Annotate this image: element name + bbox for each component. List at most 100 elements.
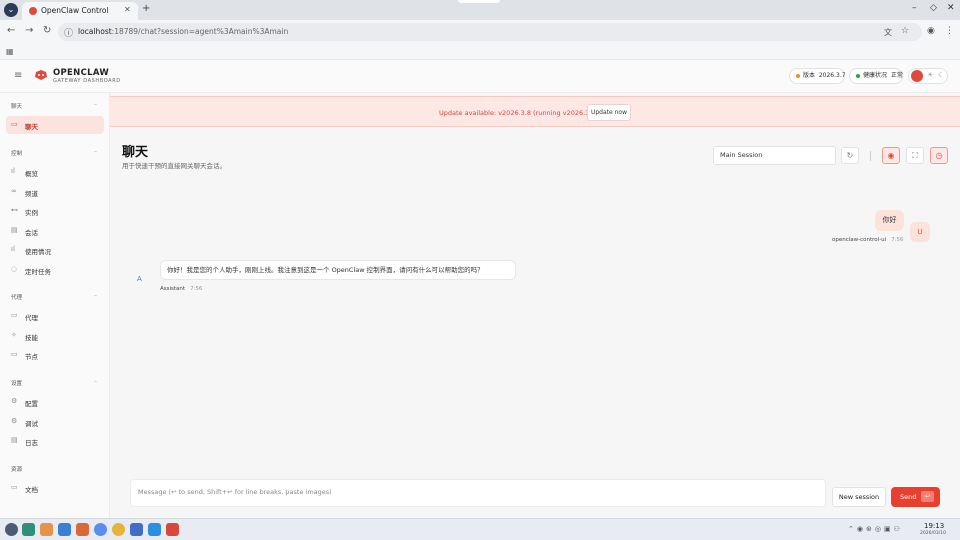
browser-toolbar: ← → ↻ ⓘ localhost:18789/chat?session=age…	[0, 20, 960, 44]
monitor-icon: ▭	[11, 350, 18, 358]
usage-icon: ıl	[11, 245, 15, 253]
sidebar-item-label: 定时任务	[25, 268, 51, 276]
page-title: 聊天	[122, 145, 149, 160]
new-tab-icon[interactable]: +	[142, 3, 150, 14]
sidebar-item-channels[interactable]: ∞ 频道	[6, 183, 104, 201]
apps-grid-icon[interactable]: ▦	[6, 47, 14, 56]
enter-key-icon: ↩	[921, 491, 934, 502]
tab-title: OpenClaw Control	[41, 6, 109, 15]
sidebar-item-instances[interactable]: ⊷ 实例	[6, 202, 104, 220]
health-badge: 健康状况 正常	[849, 68, 903, 84]
window-close-icon[interactable]: ✕	[947, 3, 955, 13]
bookmark-star-icon[interactable]: ☆	[901, 26, 909, 36]
mail-icon[interactable]	[148, 523, 161, 536]
browser-menu-icon[interactable]: ⋮	[945, 26, 954, 36]
update-banner-text: Update available: v2026.3.8 (running v20…	[439, 109, 601, 117]
sidebar-item-overview[interactable]: ıl 概览	[6, 163, 104, 181]
tab-search-icon[interactable]: ⌄	[4, 3, 18, 17]
theme-toggle[interactable]: ☀ ☾	[908, 68, 948, 84]
collapse-icon[interactable]: –	[94, 148, 97, 155]
log-icon: ▤	[11, 436, 18, 444]
sidebar-item-label: 使用情况	[25, 248, 51, 256]
brand-subtitle: GATEWAY DASHBOARD	[53, 78, 121, 84]
system-tray[interactable]: ⌃◉⊛◎▣⚇	[848, 525, 903, 533]
sidebar-section-chat: 聊天	[11, 104, 23, 110]
menu-toggle-icon[interactable]: ≡	[14, 70, 22, 81]
send-button[interactable]: Send ↩	[891, 487, 940, 507]
focus-mode-button[interactable]: ⛶	[906, 147, 924, 164]
sidebar-item-label: 频道	[25, 190, 38, 198]
update-banner: Update available: v2026.3.8 (running v20…	[110, 96, 960, 127]
new-session-button[interactable]: New session	[832, 487, 886, 507]
sidebar-item-label: 实例	[25, 209, 38, 217]
folder-icon[interactable]	[76, 523, 89, 536]
window-drag-handle[interactable]	[458, 0, 500, 3]
sparkle-icon: ✧	[11, 331, 17, 339]
user-message-meta: openclaw-control-ui 7:56	[832, 237, 904, 243]
settings-icon[interactable]	[94, 523, 107, 536]
os-taskbar: ⌃◉⊛◎▣⚇ 19:13 2026/03/10	[0, 518, 960, 540]
sidebar-item-label: 聊天	[25, 123, 38, 131]
sidebar-item-label: 文档	[25, 486, 38, 494]
sidebar-item-label: 概览	[25, 170, 38, 178]
sidebar-item-debug[interactable]: ⚙ 调试	[6, 413, 104, 431]
maximize-icon[interactable]: ◇	[930, 3, 937, 13]
translate-icon[interactable]: 文	[884, 27, 892, 38]
health-dot-icon	[856, 73, 860, 78]
sidebar-item-agents[interactable]: ▭ 代理	[6, 307, 104, 325]
sidebar-item-docs[interactable]: ▭ 文档	[6, 479, 104, 497]
store-icon[interactable]	[58, 523, 71, 536]
light-theme-icon[interactable]: ☀	[927, 71, 933, 79]
profile-icon[interactable]: ◉	[927, 26, 935, 36]
sidebar-item-label: 技能	[25, 334, 38, 342]
bug-icon: ⚙	[11, 417, 18, 425]
refresh-button[interactable]: ↻	[841, 147, 859, 164]
update-now-button[interactable]: Update now	[587, 104, 631, 121]
minimize-icon[interactable]: –	[912, 3, 917, 13]
bookmark-bar: ▦	[0, 44, 960, 60]
back-icon[interactable]: ←	[7, 25, 15, 36]
message-input-placeholder: Message (↩ to send, Shift+↩ for line bre…	[138, 488, 332, 496]
sidebar-item-nodes[interactable]: ▭ 节点	[6, 346, 104, 364]
sidebar-item-cron[interactable]: ◌ 定时任务	[6, 261, 104, 279]
cron-sessions-button[interactable]: ◷	[930, 147, 948, 164]
sidebar-item-label: 调试	[25, 420, 38, 428]
reload-icon[interactable]: ↻	[43, 25, 51, 36]
openclaw-app-icon[interactable]	[166, 523, 179, 536]
sidebar-item-chat[interactable]: ▭ 聊天	[6, 116, 104, 134]
tab-close-icon[interactable]: ✕	[124, 5, 131, 14]
thinking-toggle-button[interactable]: ◉	[882, 147, 900, 164]
system-theme-icon[interactable]	[911, 70, 923, 82]
sidebar-section-resources: 资源	[11, 467, 23, 473]
collapse-icon[interactable]: –	[94, 378, 97, 385]
site-info-icon[interactable]: ⓘ	[64, 26, 73, 39]
address-bar[interactable]: ⓘ localhost:18789/chat?session=agent%3Am…	[58, 23, 922, 41]
message-input[interactable]: Message (↩ to send, Shift+↩ for line bre…	[130, 479, 826, 507]
sidebar-section-settings: 设置	[11, 381, 23, 387]
send-label: Send	[900, 493, 917, 501]
browser-tab-bar: ⌄ OpenClaw Control ✕ + – ◇ ✕	[0, 0, 960, 20]
start-menu-icon[interactable]	[5, 523, 18, 536]
collapse-icon[interactable]: –	[94, 101, 97, 108]
sidebar-item-config[interactable]: ⚙ 配置	[6, 393, 104, 411]
openclaw-favicon-icon	[29, 7, 37, 15]
sidebar-item-skills[interactable]: ✧ 技能	[6, 327, 104, 345]
dark-theme-icon[interactable]: ☾	[938, 71, 944, 79]
sidebar-item-label: 配置	[25, 400, 38, 408]
editor-icon[interactable]	[130, 523, 143, 536]
version-badge: 版本 2026.3.7	[789, 68, 846, 84]
page-subtitle: 用于快速干预的直接网关聊天会话。	[122, 162, 226, 170]
terminal-icon[interactable]	[22, 523, 35, 536]
sidebar-item-sessions[interactable]: ▤ 会话	[6, 222, 104, 240]
collapse-icon[interactable]: –	[94, 292, 97, 299]
session-select[interactable]: Main Session	[713, 146, 836, 165]
gear-icon: ⚙	[11, 397, 18, 405]
doc-icon: ▤	[11, 226, 18, 234]
sidebar-item-usage[interactable]: ıl 使用情况	[6, 241, 104, 259]
files-icon[interactable]	[40, 523, 53, 536]
chrome-icon[interactable]	[112, 523, 125, 536]
forward-icon[interactable]: →	[25, 25, 33, 36]
browser-tab[interactable]: OpenClaw Control ✕	[22, 2, 138, 20]
sidebar-item-logs[interactable]: ▤ 日志	[6, 432, 104, 450]
sidebar-section-agents: 代理	[11, 295, 23, 301]
